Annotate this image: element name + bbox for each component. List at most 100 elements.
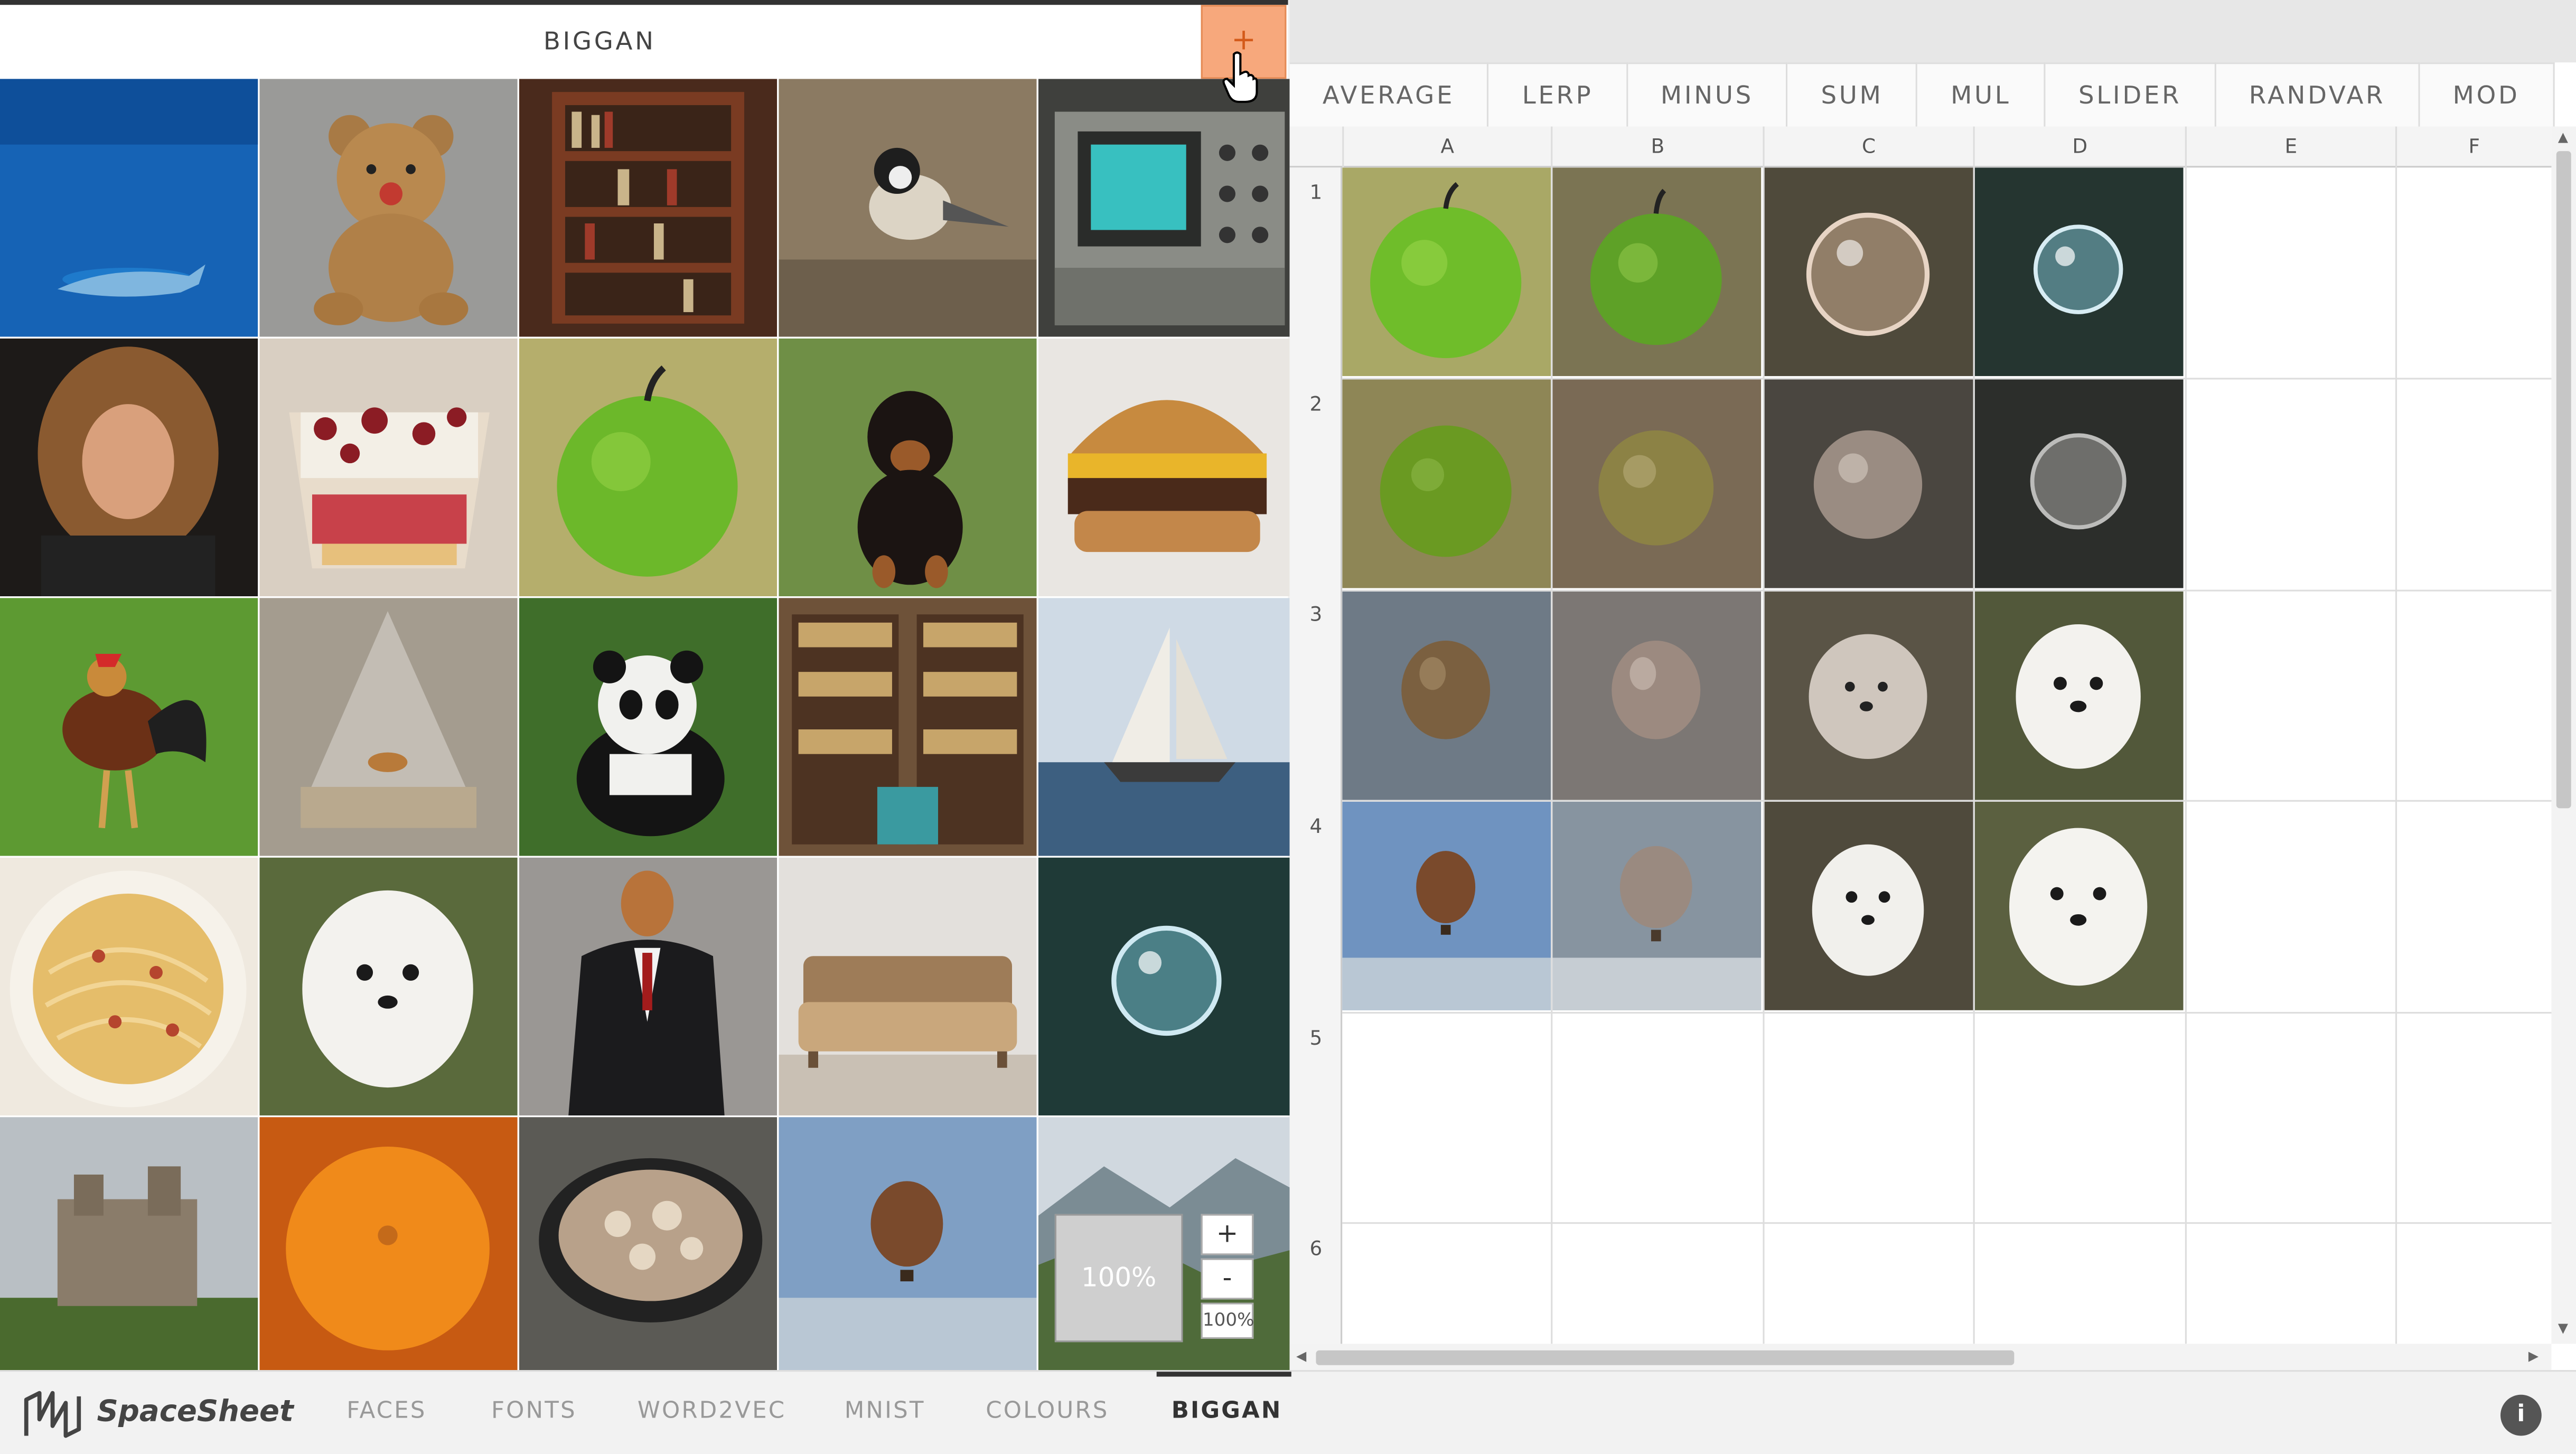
- rooster-image-icon: [0, 598, 258, 856]
- gallery-tile[interactable]: [519, 1117, 778, 1375]
- cell-b4[interactable]: [1552, 801, 1762, 1010]
- orange-image-icon: [259, 1117, 518, 1375]
- scroll-right-icon[interactable]: ▶: [2528, 1349, 2538, 1364]
- tab-word2vec[interactable]: WORD2VEC: [638, 1398, 786, 1424]
- model-header: BIGGAN +: [0, 5, 1288, 79]
- cell-d4[interactable]: [1974, 801, 2184, 1010]
- gallery-tile[interactable]: [519, 857, 778, 1115]
- gallery-tile[interactable]: [1038, 338, 1297, 597]
- spreadsheet-panel: AVERAGE LERP MINUS SUM MUL SLIDER RANDVA…: [1289, 0, 2576, 1371]
- gallery-tile[interactable]: [779, 857, 1037, 1115]
- tab-mnist[interactable]: MNIST: [845, 1398, 925, 1424]
- gallery-tile[interactable]: [779, 598, 1037, 856]
- cell-c4[interactable]: [1764, 801, 1973, 1010]
- fn-sum-button[interactable]: SUM: [1788, 62, 1918, 127]
- tab-fonts[interactable]: FONTS: [491, 1398, 577, 1424]
- cell-b3[interactable]: [1552, 591, 1762, 800]
- row-header-1[interactable]: 1: [1290, 181, 1343, 204]
- cell-a2[interactable]: [1342, 379, 1551, 588]
- row-header-5[interactable]: 5: [1290, 1027, 1343, 1050]
- gallery-tile[interactable]: [0, 857, 258, 1115]
- dog-blob-image-icon: [1764, 591, 1973, 800]
- scroll-left-icon[interactable]: ◀: [1296, 1349, 1306, 1364]
- vertical-scrollbar[interactable]: ▲ ▼: [2551, 126, 2576, 1344]
- gallery-tile[interactable]: [0, 598, 258, 856]
- tab-biggan[interactable]: BIGGAN: [1172, 1398, 1282, 1424]
- gallery-tile[interactable]: [779, 1117, 1037, 1375]
- castle-image-icon: [0, 1117, 258, 1375]
- hot-air-balloon-image-icon: [1342, 801, 1551, 1010]
- column-header-a[interactable]: A: [1342, 126, 1551, 168]
- oscilloscope-image-icon: [1038, 79, 1297, 337]
- sample-gallery: [0, 79, 1297, 1375]
- cell-d2[interactable]: [1974, 379, 2184, 588]
- tab-faces[interactable]: FACES: [346, 1398, 426, 1424]
- column-header-b[interactable]: B: [1551, 126, 1763, 168]
- gallery-tile[interactable]: [779, 338, 1037, 597]
- gallery-tile[interactable]: [259, 338, 518, 597]
- cell-c2[interactable]: [1764, 379, 1973, 588]
- cell-a3[interactable]: [1342, 591, 1551, 800]
- cell-d1[interactable]: [1974, 167, 2184, 377]
- row-header-4[interactable]: 4: [1290, 815, 1343, 838]
- gallery-tile[interactable]: [519, 338, 778, 597]
- scroll-up-icon[interactable]: ▲: [2558, 130, 2568, 145]
- row-header-2[interactable]: 2: [1290, 392, 1343, 416]
- bubble-image-icon: [1974, 167, 2184, 377]
- sheet-cells: [1342, 167, 2558, 1344]
- green-apple-image-icon: [519, 338, 778, 597]
- row-header-3[interactable]: 3: [1290, 603, 1343, 626]
- scroll-down-icon[interactable]: ▼: [2558, 1321, 2568, 1336]
- zoom-level-readout: 100%: [1201, 1302, 1254, 1339]
- horizontal-scrollbar[interactable]: ◀ ▶: [1289, 1344, 2552, 1371]
- fn-mul-button[interactable]: MUL: [1917, 62, 2046, 127]
- trifle-image-icon: [259, 338, 518, 597]
- column-header-c[interactable]: C: [1763, 126, 1973, 168]
- fn-mod-button[interactable]: MOD: [2420, 62, 2554, 127]
- vertical-scroll-thumb[interactable]: [2556, 151, 2571, 809]
- gallery-tile[interactable]: [519, 598, 778, 856]
- fn-randvar-button[interactable]: RANDVAR: [2216, 62, 2420, 127]
- cell-b1[interactable]: [1552, 167, 1762, 377]
- column-header-d[interactable]: D: [1973, 126, 2185, 168]
- fn-slider-button[interactable]: SLIDER: [2045, 62, 2216, 127]
- gallery-tile[interactable]: [1038, 598, 1297, 856]
- zoom-preview: 100%: [1054, 1214, 1183, 1343]
- sphere-image-icon: [1764, 379, 1973, 588]
- grid-line: [2395, 167, 2397, 1344]
- maltese-dog-image-icon: [1974, 591, 2184, 800]
- cell-a1[interactable]: [1342, 167, 1551, 377]
- gallery-tile[interactable]: [779, 79, 1037, 337]
- hot-air-balloon-image-icon: [779, 1117, 1037, 1375]
- zoom-in-button[interactable]: +: [1201, 1214, 1254, 1255]
- info-button[interactable]: i: [2500, 1394, 2542, 1436]
- gallery-tile[interactable]: [259, 598, 518, 856]
- gallery-tile[interactable]: [0, 79, 258, 337]
- gallery-tile[interactable]: [259, 857, 518, 1115]
- tab-colours[interactable]: COLOURS: [986, 1398, 1109, 1424]
- column-header-e[interactable]: E: [2185, 126, 2395, 168]
- hot-air-balloon-image-icon: [1552, 801, 1762, 1010]
- gallery-tile[interactable]: [1038, 857, 1297, 1115]
- fn-lerp-button[interactable]: LERP: [1489, 62, 1628, 127]
- gallery-tile[interactable]: [519, 79, 778, 337]
- horizontal-scroll-thumb[interactable]: [1316, 1350, 2015, 1365]
- cell-b2[interactable]: [1552, 379, 1762, 588]
- fn-minus-button[interactable]: MINUS: [1627, 62, 1788, 127]
- column-header-f[interactable]: F: [2395, 126, 2551, 168]
- hand-cursor-icon: [1222, 51, 1258, 103]
- gallery-tile[interactable]: [259, 1117, 518, 1375]
- cell-a4[interactable]: [1342, 801, 1551, 1010]
- cell-d3[interactable]: [1974, 591, 2184, 800]
- gallery-tile[interactable]: [259, 79, 518, 337]
- cell-c1[interactable]: [1764, 167, 1973, 377]
- gallery-tile[interactable]: [1038, 79, 1297, 337]
- zoom-out-button[interactable]: -: [1201, 1258, 1254, 1300]
- row-header-6[interactable]: 6: [1290, 1237, 1343, 1260]
- row-header: 1 2 3 4 5 6: [1289, 167, 1343, 1371]
- gallery-tile[interactable]: [0, 1117, 258, 1375]
- gallery-tile[interactable]: [0, 338, 258, 597]
- fn-average-button[interactable]: AVERAGE: [1289, 62, 1490, 127]
- cell-c3[interactable]: [1764, 591, 1973, 800]
- sphere-image-icon: [1552, 379, 1762, 588]
